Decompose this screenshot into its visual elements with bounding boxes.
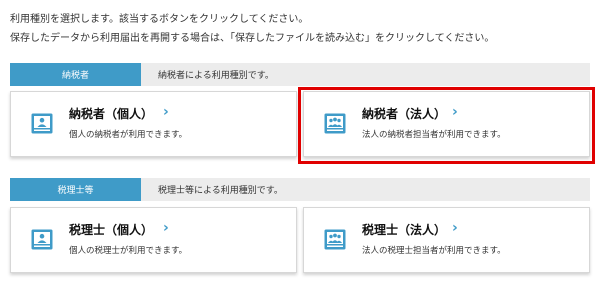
taxpayer-individual-button[interactable]: 納税者（個人） › 個人の納税者が利用できます。 [10, 91, 297, 157]
card-subtitle: 法人の納税者担当者が利用できます。 [362, 130, 506, 140]
card-subtitle: 個人の納税者が利用できます。 [69, 130, 188, 140]
section-header-taxpayer: 納税者 納税者による利用種別です。 [10, 63, 590, 86]
card-title: 納税者（個人） [69, 107, 154, 121]
chevron-right-icon: › [452, 104, 458, 120]
tax-accountant-individual-button[interactable]: 税理士（個人） › 個人の税理士が利用できます。 [10, 207, 297, 273]
chevron-right-icon: › [163, 220, 169, 236]
tax-accountant-corporate-button[interactable]: 税理士（法人） › 法人の税理士担当者が利用できます。 [303, 207, 590, 273]
section-tag: 税理士等 [10, 178, 141, 201]
section-header-tax-accountant: 税理士等 税理士等による利用種別です。 [10, 178, 590, 201]
card-title: 税理士（法人） [362, 223, 447, 237]
section-description: 税理士等による利用種別です。 [158, 186, 283, 196]
instruction-line-1: 利用種別を選択します。該当するボタンをクリックしてください。 [10, 14, 309, 25]
instruction-line-2: 保存したデータから利用届出を再開する場合は、「保存したファイルを読み込む」をクリ… [10, 33, 495, 44]
taxpayer-corporate-button[interactable]: 納税者（法人） › 法人の納税者担当者が利用できます。 [303, 91, 590, 157]
card-title: 税理士（個人） [69, 223, 154, 237]
section-description: 納税者による利用種別です。 [158, 71, 274, 81]
card-subtitle: 個人の税理士が利用できます。 [69, 246, 188, 256]
card-title: 納税者（法人） [362, 107, 447, 121]
chevron-right-icon: › [452, 220, 458, 236]
group-id-icon [324, 113, 346, 134]
section-tag: 納税者 [10, 63, 141, 86]
group-id-icon [324, 229, 346, 250]
instructions: 利用種別を選択します。該当するボタンをクリックしてください。 保存したデータから… [10, 10, 494, 48]
person-id-icon [31, 113, 53, 134]
card-subtitle: 法人の税理士担当者が利用できます。 [362, 246, 506, 256]
chevron-right-icon: › [163, 104, 169, 120]
person-id-icon [31, 229, 53, 250]
